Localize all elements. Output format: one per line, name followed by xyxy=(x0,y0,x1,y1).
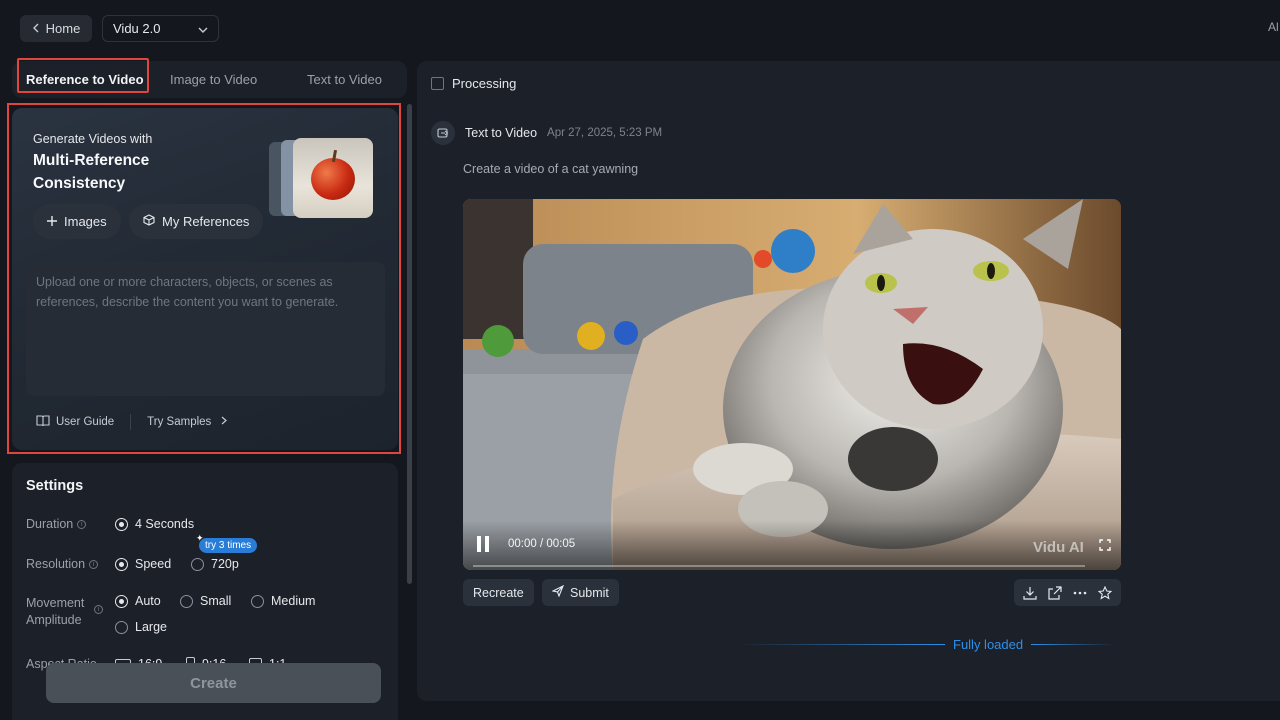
plus-icon xyxy=(47,214,57,229)
my-references-button[interactable]: My References xyxy=(129,204,264,239)
try-samples-label: Try Samples xyxy=(147,416,212,428)
resolution-option-speed[interactable]: Speed xyxy=(115,557,171,571)
radio-icon xyxy=(191,557,204,571)
prompt-input[interactable] xyxy=(36,272,375,386)
resolution-option-720p[interactable]: 720p xyxy=(191,557,239,571)
reference-preview-image xyxy=(269,138,373,218)
star-icon[interactable] xyxy=(1097,585,1112,600)
video-player[interactable]: 00:00 / 00:05 Vidu AI xyxy=(463,199,1121,570)
mode-tabs: Reference to Video Image to Video Text t… xyxy=(12,61,407,98)
prompt-box xyxy=(26,262,385,396)
apple-image xyxy=(311,158,355,200)
send-icon xyxy=(551,584,565,600)
vidu-watermark: Vidu AI xyxy=(1033,539,1084,556)
radio-icon xyxy=(180,594,193,608)
video-progress-bar[interactable] xyxy=(473,565,1085,567)
chevron-left-icon xyxy=(32,21,40,36)
fully-loaded-label: Fully loaded xyxy=(953,637,1024,652)
card-subtitle: Generate Videos with xyxy=(33,132,153,146)
text-to-video-icon xyxy=(431,121,455,145)
share-icon[interactable] xyxy=(1048,585,1062,600)
top-right-partial-text: Al xyxy=(1268,20,1279,34)
try-times-badge: try 3 times xyxy=(199,538,258,553)
reference-card: Generate Videos with Multi-Reference Con… xyxy=(12,108,398,450)
images-label: Images xyxy=(64,214,107,229)
book-icon xyxy=(36,414,50,430)
tab-reference-to-video[interactable]: Reference to Video xyxy=(26,72,144,87)
more-options-icon[interactable] xyxy=(1073,591,1087,595)
cat-video-frame xyxy=(463,199,1121,570)
tab-text-to-video[interactable]: Text to Video xyxy=(307,72,382,87)
user-guide-link[interactable]: User Guide xyxy=(36,414,115,430)
fully-loaded-indicator: Fully loaded xyxy=(739,637,1116,652)
card-footer: User Guide Try Samples xyxy=(36,414,228,430)
pause-icon[interactable] xyxy=(475,535,491,558)
processing-filter[interactable]: Processing xyxy=(431,76,516,91)
chevron-right-icon xyxy=(221,416,228,428)
radio-selected-icon xyxy=(115,517,128,531)
info-icon[interactable]: i xyxy=(77,519,87,529)
chevron-down-icon xyxy=(198,21,208,36)
radio-icon xyxy=(115,620,128,634)
duration-option-4s[interactable]: 4 Seconds xyxy=(115,517,194,531)
settings-title: Settings xyxy=(26,478,84,494)
info-icon[interactable]: i xyxy=(89,559,99,569)
try-samples-link[interactable]: Try Samples xyxy=(147,416,228,428)
video-action-icons xyxy=(1014,579,1121,606)
task-header: Text to Video Apr 27, 2025, 5:23 PM xyxy=(431,121,662,145)
model-select[interactable]: Vidu 2.0 xyxy=(102,15,219,42)
radio-icon xyxy=(251,594,264,608)
top-bar: Home Vidu 2.0 Al xyxy=(0,0,1280,56)
video-time: 00:00 / 00:05 xyxy=(508,538,576,550)
radio-selected-icon xyxy=(115,557,128,571)
card-title: Multi-Reference Consistency xyxy=(33,152,150,192)
duration-label: Duration i xyxy=(26,517,87,531)
task-type: Text to Video xyxy=(465,126,538,140)
task-prompt: Create a video of a cat yawning xyxy=(463,162,639,176)
loaded-divider-left xyxy=(739,644,945,645)
movement-option-auto[interactable]: Auto xyxy=(115,594,161,608)
processing-checkbox[interactable] xyxy=(431,77,444,90)
tab-image-to-video[interactable]: Image to Video xyxy=(170,72,257,87)
results-panel: Processing Text to Video Apr 27, 2025, 5… xyxy=(417,61,1280,701)
footer-divider xyxy=(130,414,132,430)
movement-option-small[interactable]: Small xyxy=(180,594,231,608)
task-date: Apr 27, 2025, 5:23 PM xyxy=(547,127,663,139)
user-guide-label: User Guide xyxy=(56,416,115,428)
home-label: Home xyxy=(45,21,81,36)
my-references-label: My References xyxy=(162,214,250,229)
processing-label: Processing xyxy=(452,76,517,91)
fullscreen-icon[interactable] xyxy=(1099,538,1111,556)
left-panel-scrollbar[interactable] xyxy=(407,104,412,584)
movement-amplitude-label: Movement Amplitude xyxy=(26,596,85,627)
movement-option-medium[interactable]: Medium xyxy=(251,594,315,608)
info-icon[interactable]: i xyxy=(94,605,103,614)
radio-selected-icon xyxy=(115,594,128,608)
model-value: Vidu 2.0 xyxy=(113,21,161,36)
download-icon[interactable] xyxy=(1023,586,1037,600)
cube-icon xyxy=(143,214,155,229)
submit-button[interactable]: Submit xyxy=(542,579,619,606)
home-button[interactable]: Home xyxy=(20,15,92,42)
resolution-label: Resolution i xyxy=(26,557,99,571)
add-images-button[interactable]: Images xyxy=(33,204,121,239)
movement-option-large[interactable]: Large xyxy=(115,620,167,634)
create-button[interactable]: Create xyxy=(46,663,381,703)
recreate-button[interactable]: Recreate xyxy=(463,579,534,606)
loaded-divider-right xyxy=(1031,644,1116,645)
